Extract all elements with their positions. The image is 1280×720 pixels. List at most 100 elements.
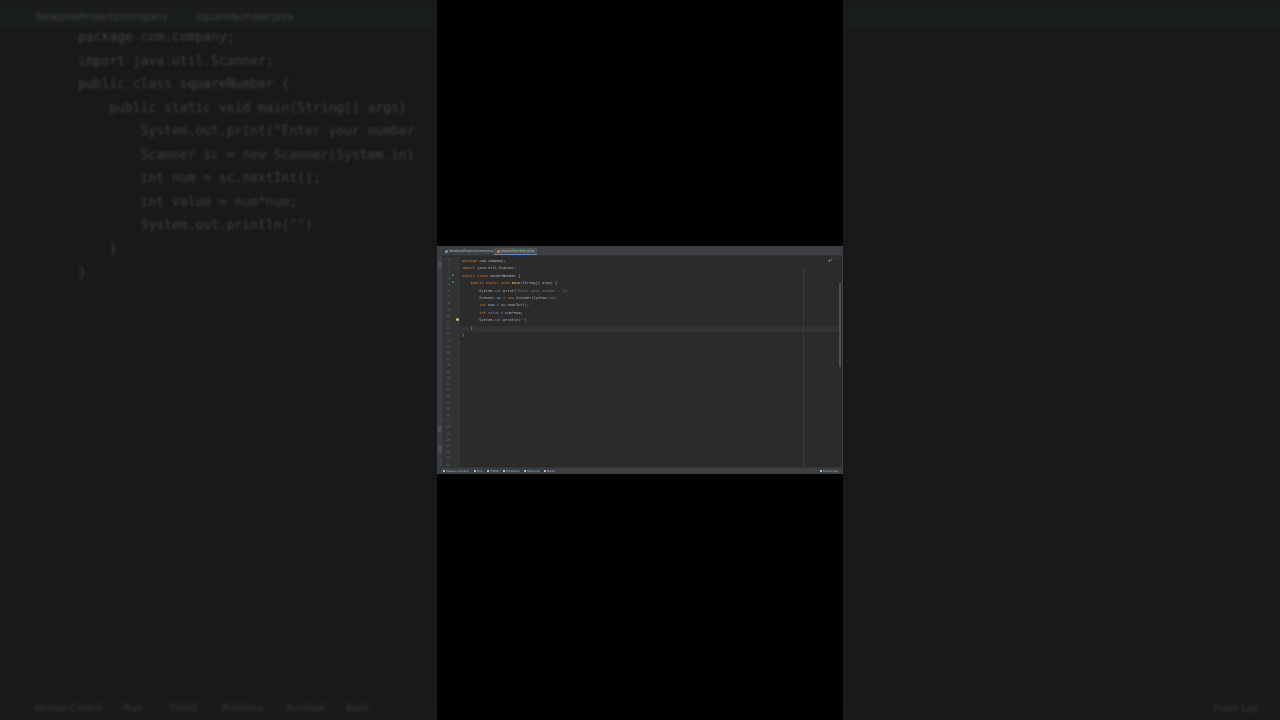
java-class-icon — [497, 249, 500, 253]
line-number: 13 — [445, 332, 450, 337]
status-label: Event Log — [823, 469, 838, 473]
line-number: 7 — [447, 295, 450, 300]
editor-tab-bar: NewJavaProjects/company squareNumber.jav… — [438, 247, 842, 256]
code-token: Scanner(System. — [516, 296, 549, 300]
bg-status-item: Problems — [222, 704, 264, 714]
code-token: new — [507, 296, 517, 300]
code-line: int value = num*num; — [462, 310, 523, 316]
tab-label: NewJavaProjects/company — [449, 249, 494, 253]
status-label: Version Control — [446, 469, 469, 473]
code-editor[interactable]: package com.company; import java.util.Sca… — [456, 257, 840, 473]
code-token: int — [479, 303, 488, 308]
line-number: 26 — [445, 413, 450, 417]
line-number: 10 — [445, 313, 450, 318]
bg-code-line: } — [78, 241, 118, 257]
current-line-highlight — [460, 326, 840, 332]
code-token: = num*num; — [498, 310, 523, 315]
line-number: 12 — [445, 326, 450, 331]
background-blur-right: Event Log — [843, 0, 1280, 720]
line-number: 30 — [445, 437, 450, 442]
code-line: int num = sc.nextInt(); — [462, 302, 529, 308]
run-class-icon[interactable] — [452, 273, 454, 276]
code-line: Scanner sc = new Scanner(System.in); — [462, 295, 557, 301]
tab-project[interactable]: NewJavaProjects/company — [442, 248, 497, 255]
todo-icon — [487, 470, 489, 472]
line-number: 25 — [445, 406, 450, 411]
status-label: Run — [477, 469, 483, 473]
bg-code-line: int value = num*num; — [78, 194, 298, 210]
line-number: 23 — [445, 394, 450, 399]
run-icon — [474, 470, 476, 472]
bg-status-item: Terminal — [286, 704, 325, 714]
status-todo[interactable]: TODO — [487, 468, 499, 473]
bg-code-line: System.out.print("Enter your number — [78, 124, 415, 139]
line-number: 20 — [445, 375, 450, 380]
code-token: public static void — [462, 281, 512, 286]
code-token: System. — [462, 288, 495, 293]
bg-status-item: Run — [124, 704, 142, 714]
code-token: (String[] args) { — [520, 281, 558, 286]
code-token: java.util.Scanner; — [477, 266, 517, 271]
line-number: 28 — [445, 425, 450, 430]
code-token: public class — [462, 273, 491, 278]
line-number: 33 — [445, 456, 450, 461]
line-number: 6 — [447, 289, 450, 293]
line-number: 34 — [445, 462, 450, 467]
vertical-scrollbar[interactable] — [839, 283, 841, 367]
code-token: "Enter your number : " — [516, 288, 564, 293]
status-label: Build — [547, 469, 555, 473]
event-log-icon — [820, 470, 823, 472]
status-label: TODO — [490, 469, 499, 473]
status-run[interactable]: Run — [474, 468, 483, 473]
line-number: 11 — [445, 320, 450, 324]
line-number-gutter: 1 2 3 4 5 6 7 8 9 10 11 12 13 14 15 16 17 18 19 20 21 22 23 24 2… — [442, 257, 460, 467]
code-line: public static void main(String[] args) { — [462, 280, 558, 286]
bg-status-event-log: Event Log — [1213, 704, 1258, 714]
line-number: 22 — [445, 388, 450, 393]
run-main-icon[interactable] — [452, 281, 454, 284]
bg-code-line: import java.util.Scanner; — [78, 53, 274, 69]
code-token: package — [462, 259, 480, 263]
code-token: squareNumber { — [490, 273, 521, 278]
tab-label: squareNumber.java — [501, 249, 535, 253]
bg-tab-bar — [843, 8, 1280, 28]
line-number: 1 — [447, 258, 450, 262]
bg-right-margin-guide — [1088, 30, 1089, 700]
bg-status-bar: Event Log — [843, 700, 1280, 720]
inspection-widget[interactable]: ▲1 ˄ ˅ — [828, 258, 838, 262]
terminal-icon — [524, 470, 526, 472]
status-version-control[interactable]: Version Control — [443, 468, 469, 473]
code-line: import java.util.Scanner; — [462, 265, 516, 271]
code-token: .println( — [500, 318, 521, 323]
bg-status-bar: Version Control Run TODO Problems Termin… — [0, 700, 437, 720]
line-number: 24 — [445, 400, 450, 405]
code-token: ); — [563, 288, 569, 293]
code-line: public class squareNumber { — [462, 273, 520, 279]
bg-code-line: int num = sc.nextInt(); — [78, 171, 321, 186]
bg-status-item: Version Control — [34, 704, 103, 714]
line-number: 32 — [445, 450, 450, 455]
line-number: 9 — [447, 307, 450, 312]
problems-icon — [503, 470, 505, 472]
code-token: value — [487, 310, 499, 315]
bg-code-line: } — [78, 265, 86, 280]
line-number: 18 — [445, 363, 450, 368]
status-build[interactable]: Build — [544, 468, 555, 473]
bg-code-line: package com.company; — [78, 30, 235, 45]
line-number: 14 — [445, 338, 450, 343]
status-problems[interactable]: Problems — [503, 468, 520, 473]
line-number: 19 — [445, 369, 450, 374]
tab-squarenumber[interactable]: squareNumber.java — [494, 248, 538, 255]
java-file-icon — [445, 249, 448, 253]
status-event-log[interactable]: Event Log — [820, 468, 838, 473]
line-number: 15 — [445, 344, 450, 349]
line-number: 21 — [445, 382, 450, 386]
bg-code-line: Scanner sc = new Scanner(System.in) — [78, 147, 415, 163]
line-number: 2 — [447, 264, 450, 269]
code-token: int — [479, 310, 488, 315]
status-terminal[interactable]: Terminal — [524, 468, 540, 473]
background-blur-left: NewJavaProjects/company squareNumber.jav… — [0, 0, 437, 720]
line-number: 17 — [445, 357, 450, 362]
code-token: System. — [462, 318, 495, 323]
